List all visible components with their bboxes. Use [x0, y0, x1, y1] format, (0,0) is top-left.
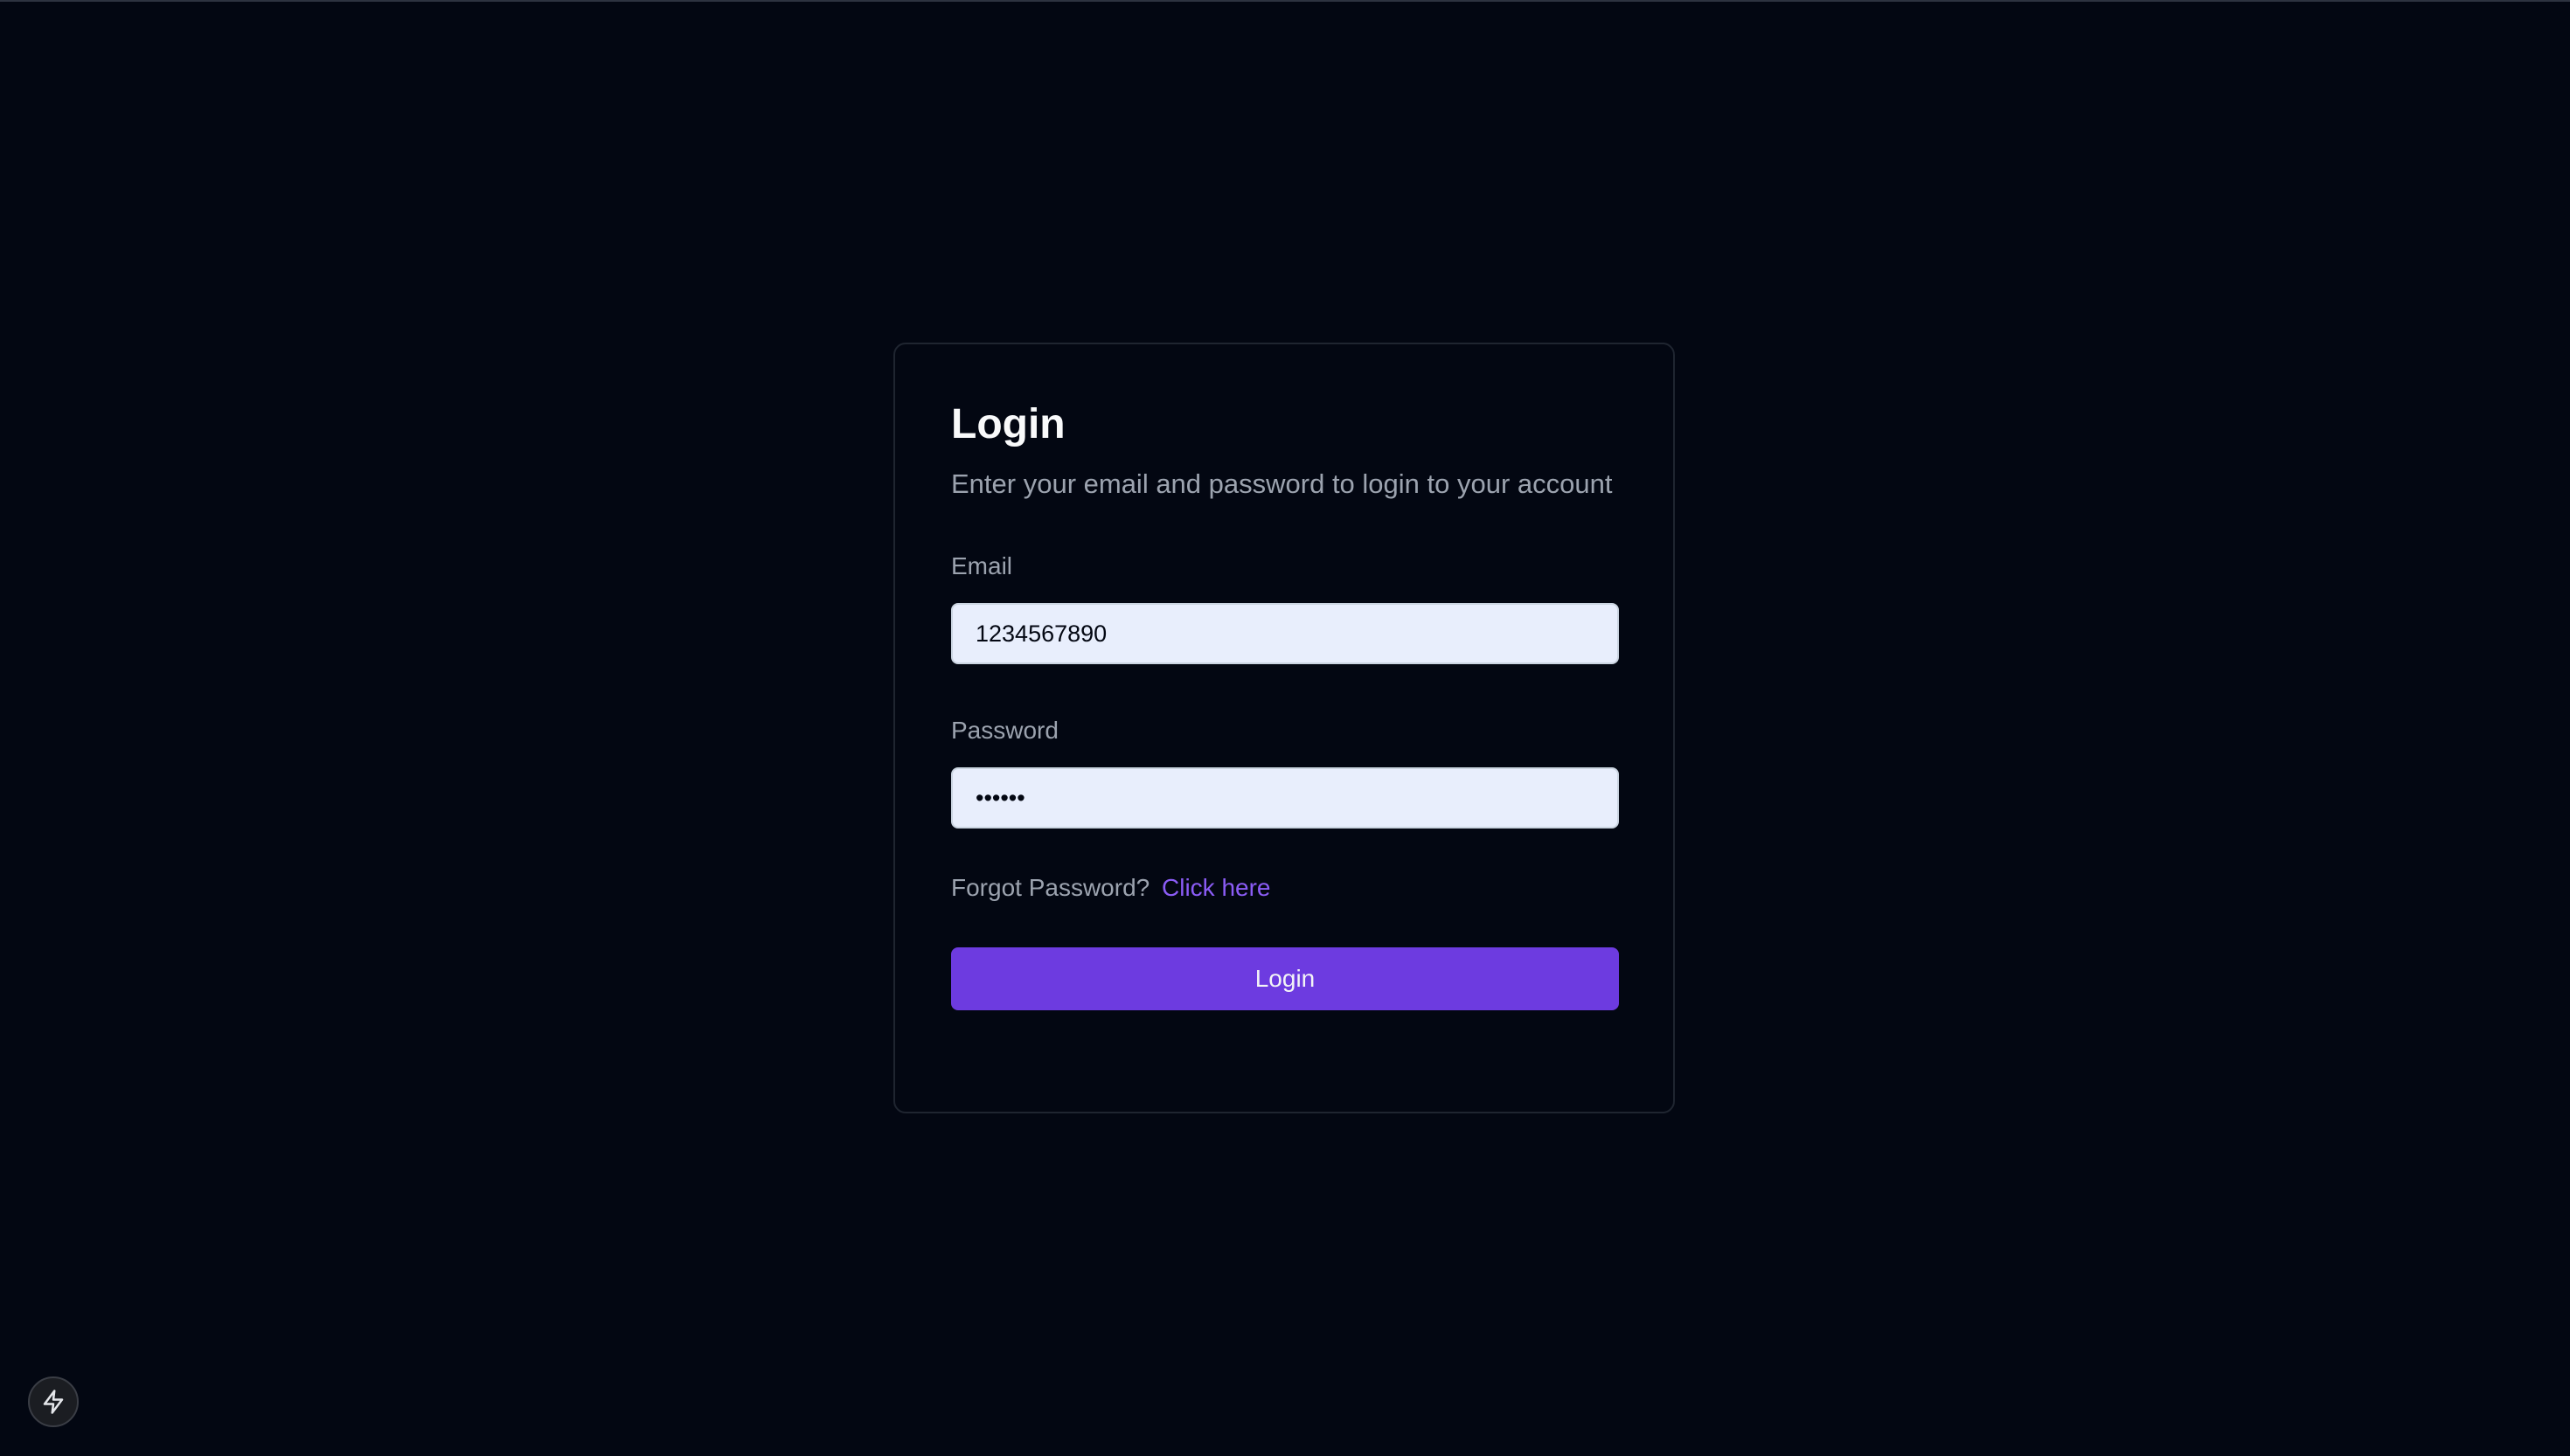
email-field[interactable] — [951, 603, 1619, 664]
forgot-password-link[interactable]: Click here — [1162, 874, 1270, 901]
password-label: Password — [951, 717, 1059, 744]
window-top-border — [0, 0, 2570, 2]
login-card: Login Enter your email and password to l… — [893, 343, 1675, 1113]
login-title: Login — [951, 401, 1066, 447]
password-field[interactable] — [951, 767, 1619, 829]
forgot-password-text: Forgot Password? — [951, 874, 1150, 901]
login-subtitle: Enter your email and password to login t… — [951, 468, 1613, 499]
login-button[interactable]: Login — [951, 947, 1619, 1010]
dev-tools-badge[interactable] — [28, 1376, 79, 1427]
forgot-password-row: Forgot Password? Click here — [951, 872, 1617, 904]
lightning-bolt-icon — [43, 1390, 64, 1414]
email-label: Email — [951, 552, 1013, 579]
